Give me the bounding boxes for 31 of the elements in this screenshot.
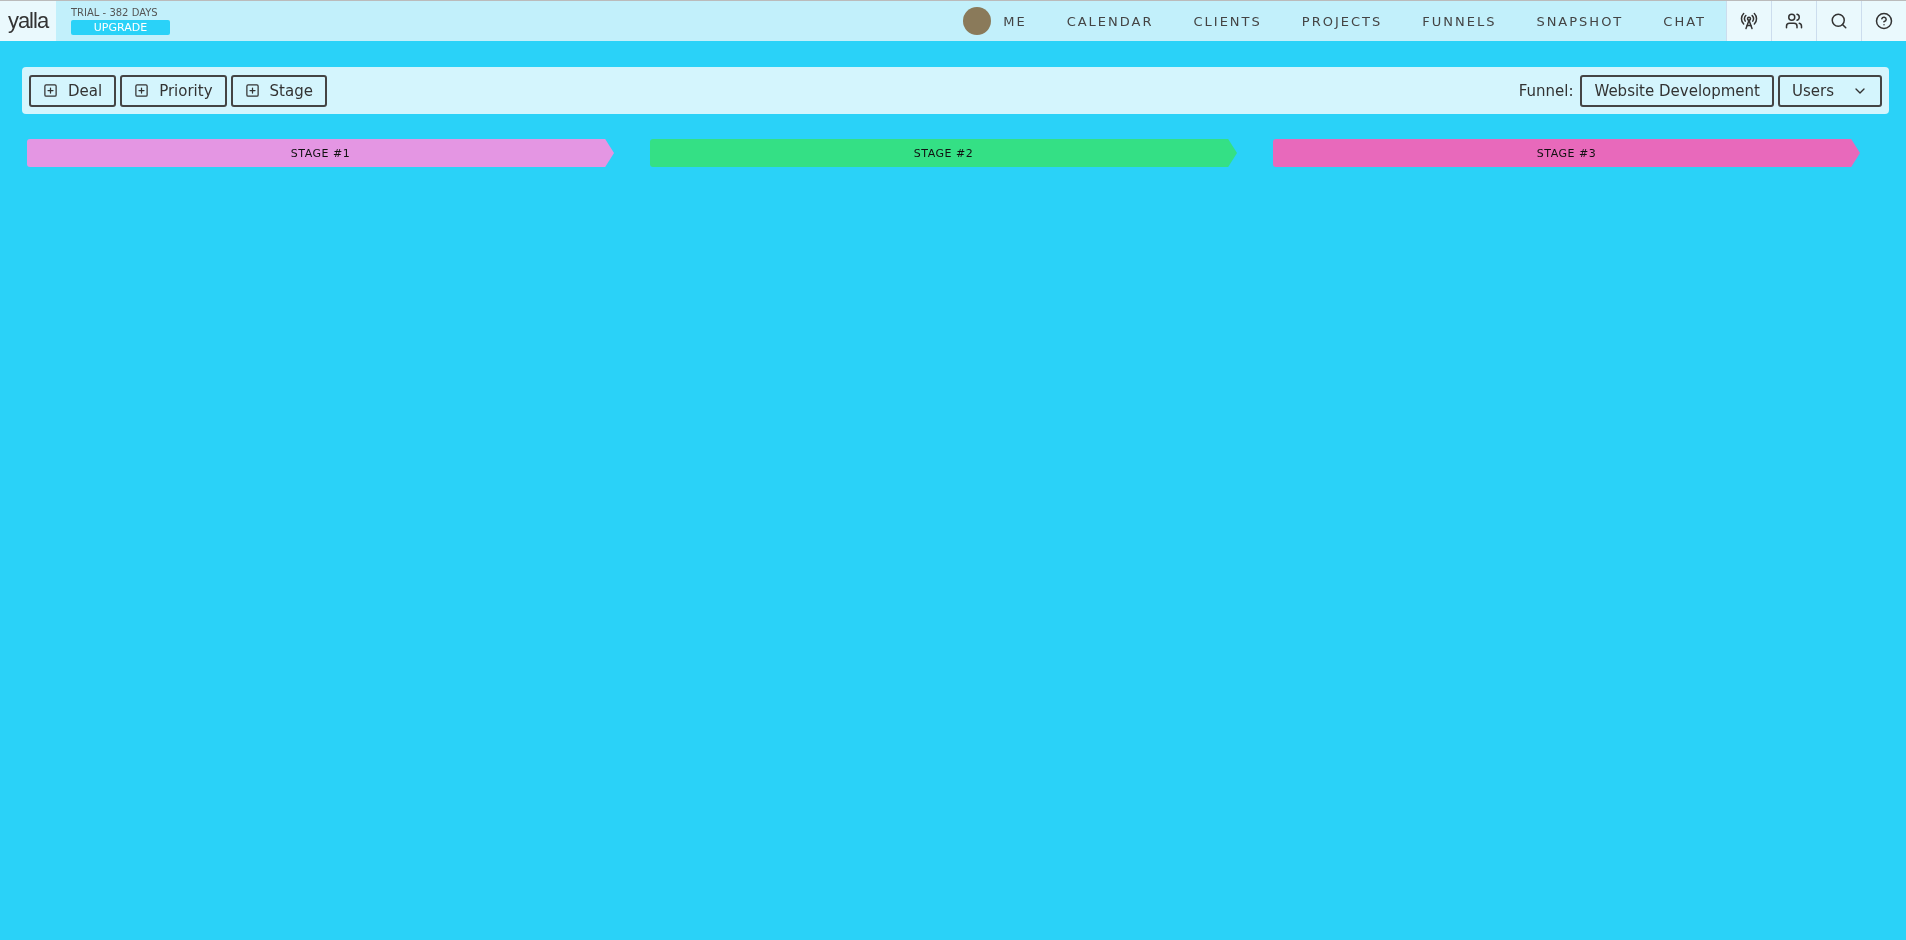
antenna-icon: [1740, 12, 1758, 30]
logo[interactable]: yalla: [0, 1, 56, 41]
add-button[interactable]: Deal: [29, 74, 117, 107]
nav-label[interactable]: ME: [1003, 13, 1027, 29]
funnel-label: Funnel:: [1518, 81, 1574, 100]
nav-link[interactable]: CLIENTS: [1173, 13, 1282, 29]
stage-header[interactable]: STAGE #1: [27, 139, 614, 167]
avatar: [963, 7, 992, 35]
help-icon: [1875, 12, 1893, 30]
people-button[interactable]: [1771, 1, 1816, 41]
nav-link[interactable]: PROJECTS: [1281, 13, 1403, 29]
plus-icon: [244, 83, 260, 98]
funnel-button[interactable]: Website Development: [1580, 74, 1774, 107]
nav-link[interactable]: CALENDAR: [1046, 13, 1174, 29]
plus-icon: [43, 83, 58, 98]
add-button[interactable]: Stage: [230, 74, 327, 107]
trial-text: TRIAL - 382 DAYS: [71, 7, 159, 18]
stage-header[interactable]: STAGE #3: [1273, 139, 1860, 167]
search-button[interactable]: [1816, 1, 1861, 41]
profile-link[interactable]: ME: [943, 7, 1047, 35]
stage-header[interactable]: STAGE #2: [650, 139, 1237, 167]
plus-icon: [134, 83, 150, 98]
help-button[interactable]: [1861, 1, 1906, 41]
antenna-button[interactable]: [1726, 1, 1771, 41]
users-dropdown[interactable]: Users: [1778, 74, 1882, 107]
people-icon: [1785, 12, 1803, 30]
nav-link[interactable]: SNAPSHOT: [1516, 13, 1644, 29]
nav-link[interactable]: CHAT: [1643, 13, 1726, 29]
nav-link[interactable]: FUNNELS: [1402, 13, 1517, 29]
add-button[interactable]: Priority: [120, 74, 227, 107]
search-icon: [1830, 12, 1848, 30]
